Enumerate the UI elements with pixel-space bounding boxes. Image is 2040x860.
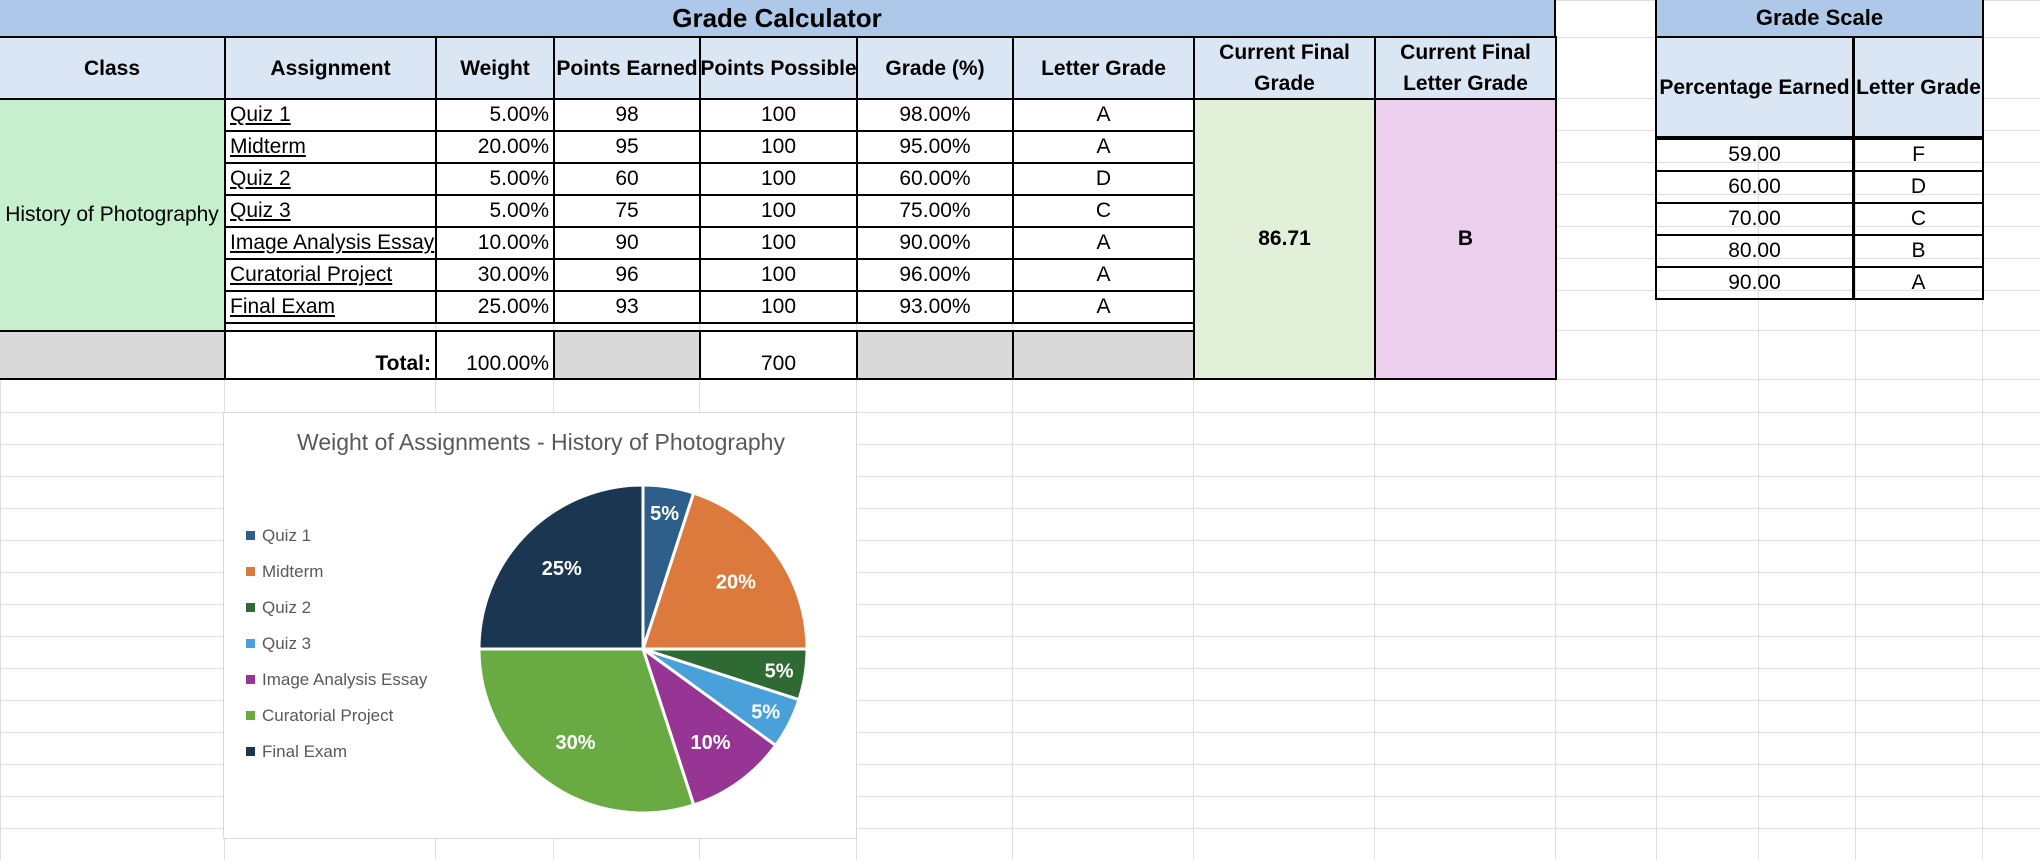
- assignment-link[interactable]: Final Exam: [224, 290, 437, 324]
- scale-percent-cell[interactable]: 90.00: [1655, 266, 1854, 300]
- legend-swatch: [246, 639, 255, 648]
- total-row-class-cell[interactable]: [0, 330, 226, 380]
- current-final-grade-value[interactable]: 86.71: [1193, 98, 1376, 380]
- header-class: Class: [0, 36, 226, 100]
- header-letter-grade: Letter Grade: [1012, 36, 1195, 100]
- grade-percent-cell[interactable]: 60.00%: [856, 162, 1014, 196]
- weight-cell[interactable]: 30.00%: [435, 258, 555, 292]
- scale-percent-cell[interactable]: 70.00: [1655, 202, 1854, 236]
- calculator-title: Grade Calculator: [0, 0, 1556, 38]
- grade-percent-cell[interactable]: 98.00%: [856, 98, 1014, 132]
- legend-swatch: [246, 567, 255, 576]
- header-current-final-letter: Current Final Letter Grade: [1374, 36, 1557, 100]
- points-possible-cell[interactable]: 100: [699, 162, 858, 196]
- header-points-possible: Points Possible: [699, 36, 858, 100]
- scale-letter-cell[interactable]: C: [1853, 202, 1984, 236]
- header-scale-letter-grade: Letter Grade: [1853, 36, 1984, 138]
- points-earned-cell[interactable]: 93: [553, 290, 701, 324]
- scale-letter-cell[interactable]: A: [1853, 266, 1984, 300]
- points-possible-cell[interactable]: 100: [699, 258, 858, 292]
- total-weight[interactable]: 100.00%: [435, 330, 555, 380]
- assignment-link[interactable]: Quiz 2: [224, 162, 437, 196]
- letter-grade-cell[interactable]: A: [1012, 290, 1195, 324]
- total-grade-cell[interactable]: [856, 330, 1014, 380]
- letter-grade-cell[interactable]: A: [1012, 98, 1195, 132]
- points-earned-cell[interactable]: 98: [553, 98, 701, 132]
- points-possible-cell[interactable]: 100: [699, 130, 858, 164]
- letter-grade-cell[interactable]: C: [1012, 194, 1195, 228]
- grade-percent-cell[interactable]: 95.00%: [856, 130, 1014, 164]
- points-earned-cell[interactable]: 75: [553, 194, 701, 228]
- legend-swatch: [246, 531, 255, 540]
- points-possible-cell[interactable]: 100: [699, 98, 858, 132]
- chart-title: Weight of Assignments - History of Photo…: [297, 429, 785, 455]
- legend-item-label[interactable]: Final Exam: [262, 742, 347, 761]
- points-earned-cell[interactable]: 90: [553, 226, 701, 260]
- pie-data-label: 5%: [650, 503, 679, 525]
- scale-percent-cell[interactable]: 59.00: [1655, 138, 1854, 172]
- grade-percent-cell[interactable]: 96.00%: [856, 258, 1014, 292]
- legend-item-label[interactable]: Quiz 2: [262, 598, 311, 617]
- class-name-cell[interactable]: History of Photography: [0, 98, 226, 332]
- pie-data-label: 25%: [542, 558, 582, 580]
- points-earned-cell[interactable]: 96: [553, 258, 701, 292]
- grade-percent-cell[interactable]: 93.00%: [856, 290, 1014, 324]
- grade-percent-cell[interactable]: 75.00%: [856, 194, 1014, 228]
- pie-data-label: 5%: [751, 702, 780, 724]
- legend-item-label[interactable]: Midterm: [262, 562, 323, 581]
- legend-item-label[interactable]: Image Analysis Essay: [262, 670, 428, 689]
- grade-percent-cell[interactable]: 90.00%: [856, 226, 1014, 260]
- legend-item-label[interactable]: Curatorial Project: [262, 706, 394, 725]
- scale-percent-cell[interactable]: 60.00: [1655, 170, 1854, 204]
- points-earned-cell[interactable]: 60: [553, 162, 701, 196]
- header-points-earned: Points Earned: [553, 36, 701, 100]
- legend-item-label[interactable]: Quiz 1: [262, 526, 311, 545]
- assignment-link[interactable]: Quiz 1: [224, 98, 437, 132]
- total-earned-cell[interactable]: [553, 330, 701, 380]
- scale-percent-cell[interactable]: 80.00: [1655, 234, 1854, 268]
- points-possible-cell[interactable]: 100: [699, 226, 858, 260]
- header-assignment: Assignment: [224, 36, 437, 100]
- letter-grade-cell[interactable]: A: [1012, 258, 1195, 292]
- total-possible[interactable]: 700: [699, 330, 858, 380]
- points-possible-cell[interactable]: 100: [699, 290, 858, 324]
- scale-letter-cell[interactable]: F: [1853, 138, 1984, 172]
- weight-cell[interactable]: 10.00%: [435, 226, 555, 260]
- legend-swatch: [246, 603, 255, 612]
- letter-grade-cell[interactable]: D: [1012, 162, 1195, 196]
- letter-grade-cell[interactable]: A: [1012, 226, 1195, 260]
- weight-cell[interactable]: 5.00%: [435, 98, 555, 132]
- assignment-link[interactable]: Image Analysis Essay: [224, 226, 437, 260]
- header-grade-percent: Grade (%): [856, 36, 1014, 100]
- pie-data-label: 5%: [765, 661, 794, 683]
- total-letter-cell[interactable]: [1012, 330, 1195, 380]
- weight-pie-chart[interactable]: Weight of Assignments - History of Photo…: [223, 412, 857, 839]
- header-weight: Weight: [435, 36, 555, 100]
- assignment-link[interactable]: Curatorial Project: [224, 258, 437, 292]
- legend-swatch: [246, 675, 255, 684]
- legend-item-label[interactable]: Quiz 3: [262, 634, 311, 653]
- legend-swatch: [246, 747, 255, 756]
- letter-grade-cell[interactable]: A: [1012, 130, 1195, 164]
- weight-cell[interactable]: 25.00%: [435, 290, 555, 324]
- pie-data-label: 30%: [555, 732, 595, 754]
- points-possible-cell[interactable]: 100: [699, 194, 858, 228]
- pie-data-label: 10%: [690, 732, 730, 754]
- points-earned-cell[interactable]: 95: [553, 130, 701, 164]
- grade-scale-title: Grade Scale: [1655, 0, 1984, 38]
- header-current-final-grade: Current Final Grade: [1193, 36, 1376, 100]
- weight-cell[interactable]: 5.00%: [435, 194, 555, 228]
- weight-cell[interactable]: 20.00%: [435, 130, 555, 164]
- total-label: Total:: [224, 330, 437, 380]
- assignment-link[interactable]: Quiz 3: [224, 194, 437, 228]
- legend-swatch: [246, 711, 255, 720]
- pie-chart-canvas: Weight of Assignments - History of Photo…: [246, 429, 809, 815]
- header-percentage-earned: Percentage Earned: [1655, 36, 1854, 138]
- assignment-link[interactable]: Midterm: [224, 130, 437, 164]
- current-final-letter-value[interactable]: B: [1374, 98, 1557, 380]
- weight-cell[interactable]: 5.00%: [435, 162, 555, 196]
- scale-letter-cell[interactable]: B: [1853, 234, 1984, 268]
- scale-letter-cell[interactable]: D: [1853, 170, 1984, 204]
- pie-data-label: 20%: [716, 572, 756, 594]
